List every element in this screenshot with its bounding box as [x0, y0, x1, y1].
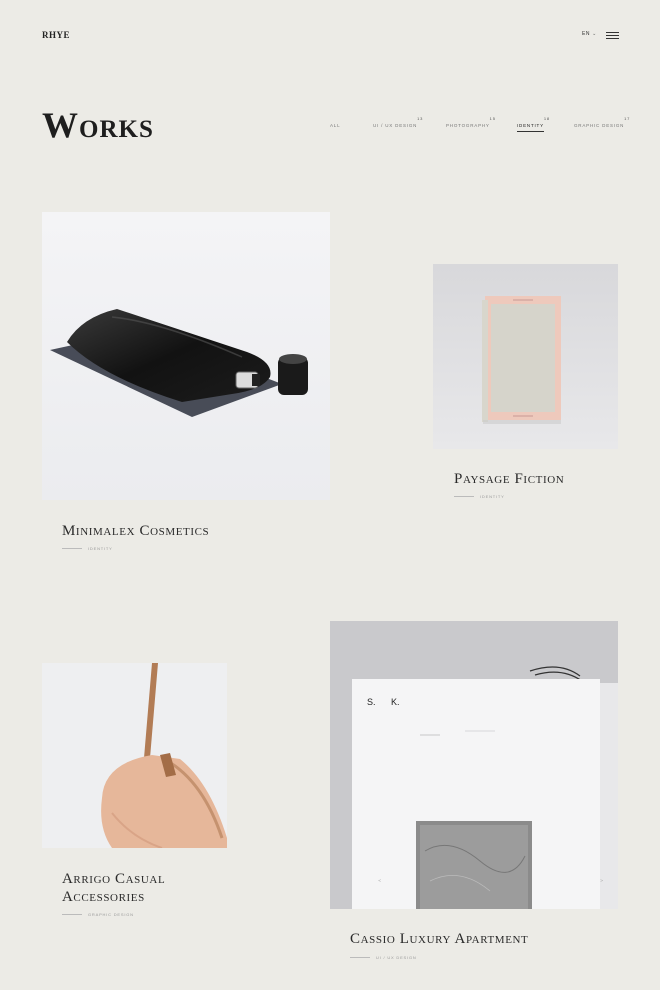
- filter-all[interactable]: All: [330, 118, 340, 128]
- language-switcher[interactable]: EN ⌄: [582, 31, 597, 37]
- site-logo[interactable]: RHYE: [42, 30, 70, 40]
- work-category: Identity: [454, 494, 505, 499]
- work-category-label: Identity: [88, 546, 113, 551]
- svg-text:<: <: [378, 878, 381, 883]
- book-mark-k: K.: [391, 697, 400, 707]
- filter-count: 13: [417, 116, 424, 121]
- filter-identity[interactable]: Identity 18: [517, 116, 549, 132]
- filter-ui-ux-design[interactable]: UI / UX Design 13: [373, 116, 422, 128]
- printed-book-illustration: < >: [330, 621, 618, 909]
- language-label: EN: [582, 31, 591, 37]
- filter-count: 17: [624, 116, 631, 121]
- category-divider: [62, 914, 82, 915]
- work-title[interactable]: Arrigo Casual Accessories: [62, 870, 165, 906]
- leather-bag-illustration: [42, 663, 227, 848]
- filter-label: Graphic Design: [574, 123, 625, 128]
- works-page: RHYE EN ⌄ Works All UI / UX Design 13 Pho…: [0, 0, 660, 990]
- chevron-down-icon: ⌄: [592, 31, 597, 37]
- hamburger-menu-icon[interactable]: [606, 32, 619, 39]
- work-image-cassio[interactable]: < > S. K.: [330, 621, 618, 909]
- work-category-label: Identity: [480, 494, 505, 499]
- work-title-line-2: Accessories: [62, 889, 145, 905]
- category-filters: All UI / UX Design 13 Photography 15 Ide…: [0, 116, 660, 138]
- work-category: UI / UX Design: [350, 955, 417, 960]
- book-illustration: [433, 264, 618, 449]
- work-title[interactable]: Minimalex Cosmetics: [62, 522, 209, 540]
- filter-count: 18: [543, 116, 550, 121]
- work-title-line-1: Arrigo Casual: [62, 871, 166, 887]
- category-divider: [454, 496, 474, 497]
- category-divider: [350, 957, 370, 958]
- filter-label: Identity: [517, 123, 544, 128]
- work-category: Graphic Design: [62, 912, 134, 917]
- svg-text:>: >: [600, 878, 603, 883]
- active-filter-underline: [517, 131, 544, 132]
- work-title[interactable]: Cassio Luxury Apartment: [350, 930, 528, 948]
- cosmetic-pouch-illustration: [42, 212, 330, 500]
- work-category: Identity: [62, 546, 113, 551]
- work-image-minimalex[interactable]: [42, 212, 330, 500]
- work-image-paysage[interactable]: [433, 264, 618, 449]
- work-image-arrigo[interactable]: [42, 663, 227, 848]
- filter-label: UI / UX Design: [373, 123, 418, 128]
- filter-photography[interactable]: Photography 15: [446, 116, 495, 128]
- filter-graphic-design[interactable]: Graphic Design 17: [574, 116, 629, 128]
- filter-label: All: [330, 123, 341, 128]
- filter-count: 15: [489, 116, 496, 121]
- filter-label: Photography: [446, 123, 490, 128]
- work-category-label: Graphic Design: [88, 912, 134, 917]
- book-mark-s: S.: [367, 697, 376, 707]
- work-title[interactable]: Paysage Fiction: [454, 470, 564, 488]
- work-category-label: UI / UX Design: [376, 955, 417, 960]
- category-divider: [62, 548, 82, 549]
